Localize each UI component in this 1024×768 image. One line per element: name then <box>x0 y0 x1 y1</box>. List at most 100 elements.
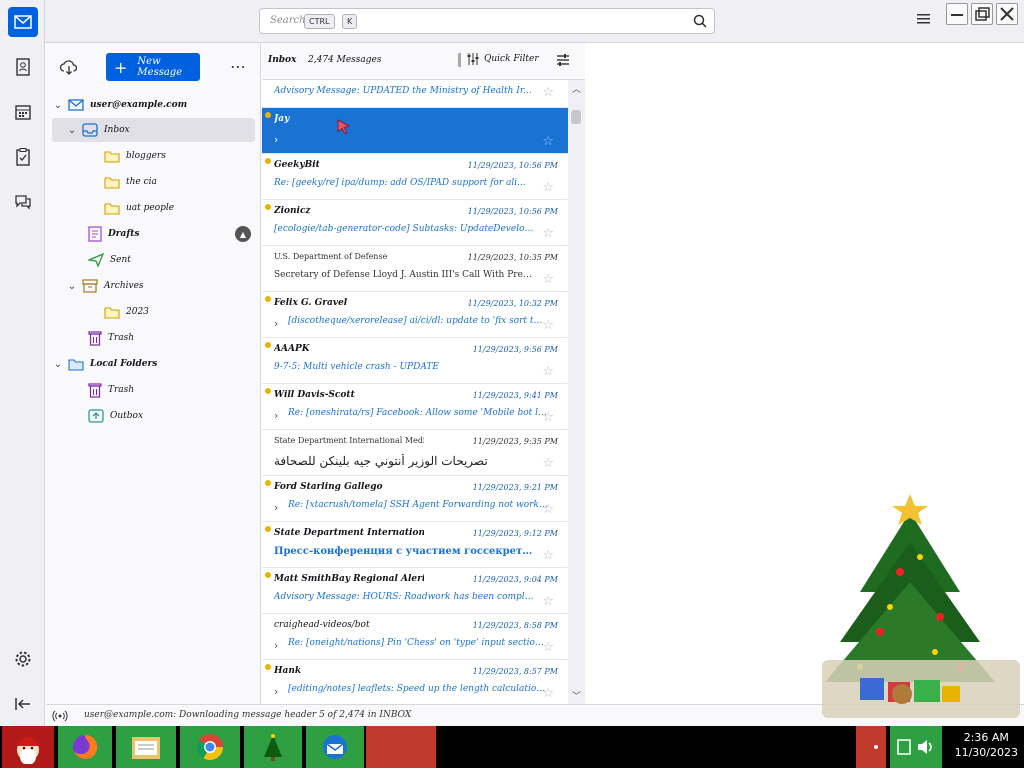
local-folders-row[interactable]: ⌄ Local Folders <box>52 352 255 376</box>
folder-inbox[interactable]: ⌄ Inbox <box>52 118 255 142</box>
message-row[interactable]: Advisory Message: UPDATED the Ministry o… <box>262 80 568 108</box>
message-sender: Hank <box>274 666 302 676</box>
local-trash[interactable]: Trash <box>52 378 255 402</box>
star-icon[interactable]: ☆ <box>542 85 554 100</box>
thread-chevron-icon[interactable]: › <box>274 133 278 146</box>
star-icon[interactable]: ☆ <box>542 456 554 471</box>
message-row[interactable]: Felix G. Gravel 11/29/2023, 10:32 PM › [… <box>262 292 568 338</box>
star-icon[interactable]: ☆ <box>542 364 554 379</box>
global-search-input[interactable]: Search… CTRL K <box>259 8 715 34</box>
star-icon[interactable]: ☆ <box>542 502 554 517</box>
star-icon[interactable]: ☆ <box>542 134 554 149</box>
thread-chevron-icon[interactable]: › <box>274 317 278 330</box>
star-icon[interactable]: ☆ <box>542 548 554 563</box>
folder-uat-people[interactable]: uat people <box>52 196 255 220</box>
maximize-button[interactable] <box>971 3 993 25</box>
message-row[interactable]: Zionicz 11/29/2023, 10:56 PM [ecologie/t… <box>262 200 568 246</box>
thread-chevron-icon[interactable]: › <box>274 409 278 422</box>
message-row[interactable]: GeekyBit 11/29/2023, 10:56 PM Re: [geeky… <box>262 154 568 200</box>
message-row[interactable]: Ford Starling Gallego 11/29/2023, 9:21 P… <box>262 476 568 522</box>
settings-button[interactable] <box>8 644 38 674</box>
message-row[interactable]: State Department International Media E..… <box>262 522 568 568</box>
more-options-button[interactable]: ⋯ <box>230 57 246 76</box>
thread-chevron-icon[interactable]: › <box>274 501 278 514</box>
star-icon[interactable]: ☆ <box>542 594 554 609</box>
restore-icon <box>975 7 990 21</box>
search-icon[interactable] <box>692 13 708 29</box>
message-row[interactable]: Hank 11/29/2023, 8:57 PM › [editing/note… <box>262 660 568 704</box>
star-icon[interactable]: ☆ <box>542 272 554 287</box>
tasks-button[interactable] <box>8 142 38 172</box>
close-button[interactable] <box>996 3 1018 25</box>
thread-chevron-icon[interactable]: › <box>274 685 278 698</box>
message-sender: Zionicz <box>274 206 311 216</box>
taskbar-file-manager[interactable] <box>116 726 176 768</box>
mail-icon <box>14 15 32 29</box>
chevron-down-icon[interactable]: ⌄ <box>66 281 78 292</box>
unread-dot-icon <box>265 296 271 302</box>
taskbar-firefox[interactable] <box>58 726 112 768</box>
new-message-button[interactable]: + New Message <box>106 53 200 81</box>
local-outbox[interactable]: Outbox <box>52 404 255 428</box>
folder-bloggers[interactable]: bloggers <box>52 144 255 168</box>
message-row[interactable]: State Department International Media Eng… <box>262 430 568 476</box>
taskbar-clock[interactable]: 2:36 AM 11/30/2023 <box>955 730 1018 760</box>
star-icon[interactable]: ☆ <box>542 180 554 195</box>
online-status-icon[interactable] <box>52 710 68 722</box>
message-row[interactable]: craighead-videos/bot 11/29/2023, 8:58 PM… <box>262 614 568 660</box>
scroll-up-icon[interactable]: ︿ <box>572 82 581 95</box>
display-options-button[interactable] <box>556 53 570 70</box>
scroll-down-icon[interactable]: ﹀ <box>572 689 581 702</box>
chevron-down-icon[interactable]: ⌄ <box>52 359 64 370</box>
tray-item[interactable] <box>856 726 886 768</box>
list-options-icon <box>557 54 569 66</box>
folder-trash[interactable]: Trash <box>52 326 255 350</box>
system-tray[interactable] <box>890 726 942 768</box>
start-button[interactable] <box>2 726 54 768</box>
message-subject: Пресс-конференция с участием госсекретар… <box>274 546 534 557</box>
message-row[interactable]: AAAPK 11/29/2023, 9:56 PM 9-7-5: Multi v… <box>262 338 568 384</box>
get-messages-button[interactable] <box>59 59 78 78</box>
star-icon[interactable]: ☆ <box>542 410 554 425</box>
unread-dot-icon <box>265 112 271 118</box>
address-book-button[interactable] <box>8 52 38 82</box>
tray-icons <box>897 739 932 755</box>
mail-space-button[interactable] <box>8 7 38 37</box>
app-menu-icon[interactable] <box>916 12 932 26</box>
chevron-down-icon[interactable]: ⌄ <box>52 100 64 111</box>
star-icon[interactable]: ☆ <box>542 640 554 655</box>
message-row[interactable]: Matt SmithBay Regional Alert and W... 11… <box>262 568 568 614</box>
message-list-scrollbar[interactable]: ︿ ﹀ <box>568 80 585 704</box>
star-icon[interactable]: ☆ <box>542 686 554 701</box>
folder-2023[interactable]: 2023 <box>52 300 255 324</box>
minimize-button[interactable] <box>946 3 968 25</box>
folder-archives[interactable]: ⌄ Archives <box>52 274 255 298</box>
quick-filter-button[interactable]: Quick Filter <box>466 52 539 66</box>
account-row[interactable]: ⌄ user@example.com <box>52 93 255 117</box>
unread-dot-icon <box>265 342 271 348</box>
folder-the-cia[interactable]: the cia <box>52 170 255 194</box>
file-manager-icon <box>132 737 160 759</box>
message-subject: Re: [oneight/nations] Pin 'Chess' on 'ty… <box>288 638 548 648</box>
taskbar-christmas-tree[interactable] <box>244 726 302 768</box>
taskbar-empty-slot[interactable] <box>366 726 436 768</box>
star-icon[interactable]: ☆ <box>542 226 554 241</box>
santa-icon <box>17 737 39 764</box>
message-row[interactable]: Will Davis-Scott 11/29/2023, 9:41 PM › R… <box>262 384 568 430</box>
taskbar-thunderbird[interactable] <box>306 726 364 768</box>
chevron-down-icon[interactable]: ⌄ <box>66 125 78 136</box>
message-row-selected[interactable]: Jay › ☆ <box>262 108 568 154</box>
collapse-spaces-button[interactable] <box>8 689 38 719</box>
taskbar-chrome[interactable] <box>180 726 240 768</box>
folder-sent[interactable]: Sent <box>52 248 255 272</box>
message-subject: Secretary of Defense Lloyd J. Austin III… <box>274 270 534 280</box>
chat-button[interactable] <box>8 187 38 217</box>
folder-drafts[interactable]: Drafts ▲ <box>52 222 255 246</box>
thread-chevron-icon[interactable]: › <box>274 639 278 652</box>
scrollbar-thumb[interactable] <box>571 110 581 124</box>
star-icon[interactable]: ☆ <box>542 318 554 333</box>
calendar-button[interactable] <box>8 97 38 127</box>
message-row[interactable]: U.S. Department of Defense 11/29/2023, 1… <box>262 246 568 292</box>
thread-pane-header: Inbox 2,474 Messages Quick Filter <box>262 43 585 80</box>
folder-icon <box>104 176 120 189</box>
